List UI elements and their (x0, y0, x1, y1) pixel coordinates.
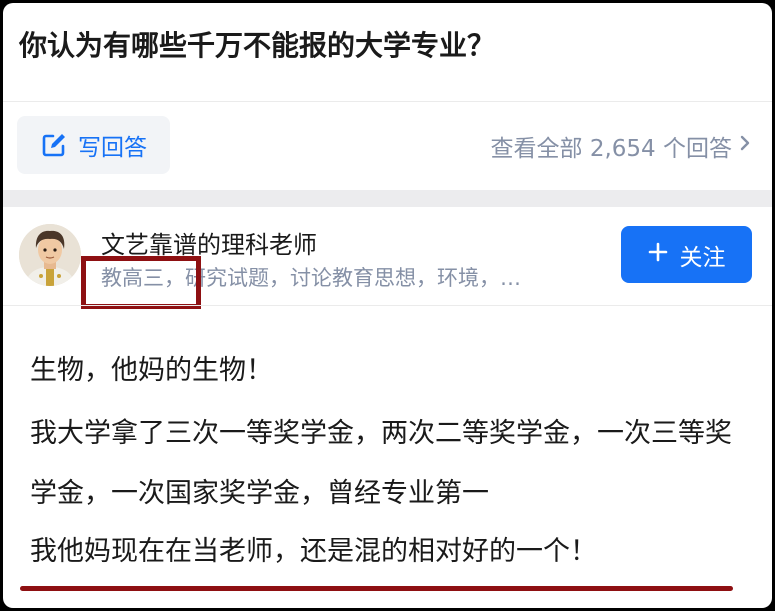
chevron-right-icon (738, 133, 752, 159)
view-all-label: 查看全部 2,654 个回答 (490, 136, 732, 162)
answer-paragraph: 我大学拿了三次一等奖学金，两次二等奖学金，一次三等奖学金，一次国家奖学金，曾经专… (30, 418, 732, 510)
write-answer-label: 写回答 (78, 135, 147, 161)
section-separator (3, 190, 772, 207)
follow-label: 关注 (679, 244, 726, 271)
divider (3, 101, 772, 102)
annotation-underline (20, 586, 733, 591)
answer-content[interactable]: 生物，他妈的生物！ 我大学拿了三次一等奖学金，两次二等奖学金，一次三等奖学金，一… (30, 355, 750, 569)
answer-paragraph: 生物，他妈的生物！ (30, 355, 273, 386)
question-title[interactable]: 你认为有哪些千万不能报的大学专业？ (19, 29, 495, 63)
follow-button[interactable]: 关注 (621, 226, 752, 283)
edit-icon (40, 131, 68, 159)
view-all-answers-link[interactable]: 查看全部 2,654 个回答 (491, 129, 752, 163)
answer-page: 你认为有哪些千万不能报的大学专业？ 写回答 查看全部 2,654 个回答 文艺靠… (3, 3, 772, 608)
plus-icon (648, 242, 668, 268)
annotation-highlight-box (81, 256, 201, 309)
answer-paragraph: 我他妈现在在当老师，还是混的相对好的一个！ (30, 536, 597, 568)
author-name[interactable]: 文艺靠谱的理科老师 (101, 225, 317, 260)
write-answer-button[interactable]: 写回答 (17, 116, 170, 174)
author-avatar[interactable] (19, 224, 81, 286)
divider (3, 305, 772, 306)
